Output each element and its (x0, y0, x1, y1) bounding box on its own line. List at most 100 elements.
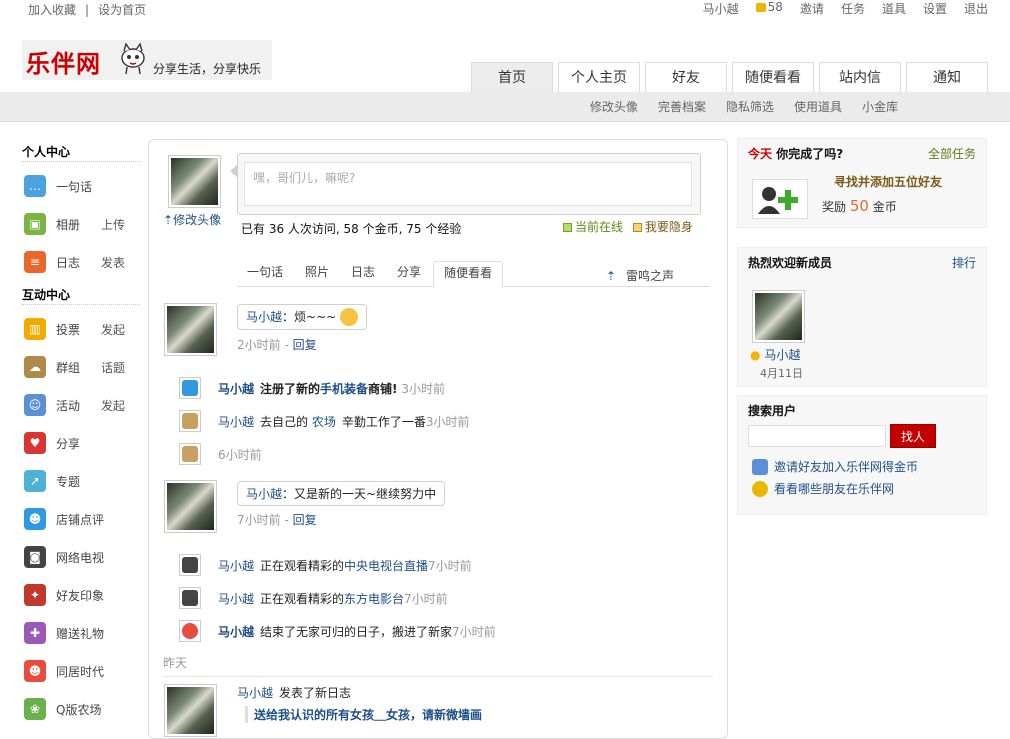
search-title: 搜索用户 (748, 404, 797, 418)
feed-row: 6小时前 (179, 442, 262, 466)
bar-chart-icon: ▥ (24, 318, 46, 340)
status-bubble: 马小越：烦~~~ (237, 304, 368, 330)
sprout-icon (179, 443, 201, 465)
heart-icon: ♥ (24, 432, 46, 454)
couple-icon (179, 620, 201, 642)
sidebar-item-event[interactable]: ☺ 活动 发起 (22, 386, 140, 424)
sidebar-item-album[interactable]: ▣ 相册 上传 (22, 205, 140, 243)
homepage-link[interactable]: 设为首页 (98, 3, 146, 17)
upload-link[interactable]: 上传 (101, 216, 125, 233)
feed-row: 马小越 去自己的 农场 辛勤工作了一番 3小时前 (179, 409, 470, 433)
main-content: ⇡修改头像 嘿，哥们儿，嘛呢? 已有 36 人次访问, 58 个金币, 75 个… (148, 139, 728, 739)
tab-messages[interactable]: 站内信 (819, 62, 901, 92)
online-toggle[interactable]: 当前在线 (563, 220, 623, 234)
invite-friends-link[interactable]: 邀请好友加入乐伴网得金币 (752, 458, 918, 475)
sidebar-item-shop-review[interactable]: ☻ 店铺点评 (22, 500, 140, 538)
feed-row: 马小越 正在观看精彩的 东方电影台 7小时前 (179, 586, 448, 610)
check-icon (563, 223, 572, 232)
post-avatar[interactable] (164, 480, 217, 533)
subnav-vault[interactable]: 小金库 (862, 98, 898, 115)
props-link[interactable]: 道具 (882, 0, 906, 17)
tab-profile[interactable]: 个人主页 (558, 62, 640, 92)
status-bubble: 马小越：又是新的一天~继续努力中 (237, 481, 446, 506)
tab-status[interactable]: 一句话 (237, 261, 293, 287)
bookmark-link[interactable]: 加入收藏 (28, 3, 76, 17)
subnav-avatar[interactable]: 修改头像 (590, 98, 638, 115)
edit-avatar-link[interactable]: ⇡修改头像 (163, 211, 221, 228)
tasks-link[interactable]: 任务 (841, 0, 865, 17)
logout-link[interactable]: 退出 (964, 0, 988, 17)
sidebar-item-topic[interactable]: ➚ 专题 (22, 462, 140, 500)
tab-share[interactable]: 分享 (387, 261, 431, 287)
magnifier-icon (752, 480, 768, 497)
publish-link[interactable]: 发表 (101, 254, 125, 271)
sidebar-item-tv[interactable]: ◙ 网络电视 (22, 538, 140, 576)
visit-stats: 已有 36 人次访问, 58 个金币, 75 个经验 (241, 222, 462, 236)
sidebar-item-blog[interactable]: ≡ 日志 发表 (22, 243, 140, 281)
search-input[interactable] (748, 425, 886, 447)
tab-browse-feed[interactable]: 随便看看 (433, 261, 504, 288)
tab-friends[interactable]: 好友 (645, 62, 727, 92)
search-panel: 搜索用户 找人 邀请好友加入乐伴网得金币 看看哪些朋友在乐伴网 (737, 395, 987, 515)
invite-link[interactable]: 邀请 (800, 0, 824, 17)
task-name-link[interactable]: 寻找并添加五位好友 (834, 173, 942, 190)
all-tasks-link[interactable]: 全部任务 (928, 145, 976, 162)
rank-link[interactable]: 排行 (952, 254, 976, 271)
thunder-voice-link[interactable]: ⇡ 雷鸣之声 (596, 265, 696, 291)
arrow-up-icon: ⇡ (163, 213, 174, 227)
sidebar-item-status[interactable]: … 一句话 (22, 167, 140, 205)
sub-nav: 修改头像 完善档案 隐私筛选 使用道具 小金库 (0, 92, 1010, 122)
sidebar-item-share[interactable]: ♥ 分享 (22, 424, 140, 462)
subnav-profile[interactable]: 完善档案 (658, 98, 706, 115)
sidebar-item-gift[interactable]: ✚ 赠送礼物 (22, 614, 140, 652)
new-member-avatar[interactable] (752, 290, 805, 343)
post-avatar[interactable] (164, 684, 217, 737)
subnav-props[interactable]: 使用道具 (794, 98, 842, 115)
username-link[interactable]: 马小越 (703, 0, 739, 17)
new-members-panel: 热烈欢迎新成员 排行 ● 马小越 4月11日 (737, 247, 987, 387)
tab-notifications[interactable]: 通知 (906, 62, 988, 92)
coins-display[interactable]: 58 (755, 0, 783, 17)
notebook-icon: ≡ (24, 251, 46, 273)
post-avatar[interactable] (164, 303, 217, 356)
speech-bubble-icon: … (24, 175, 46, 197)
interaction-center-title: 互动中心 (22, 281, 140, 305)
blog-title-link[interactable]: 送给我认识的所有女孩＿女孩，请新微墙画 (245, 706, 482, 723)
new-member-name[interactable]: ● 马小越 (750, 346, 800, 363)
farm-icon: ❀ (24, 698, 46, 720)
tab-photo[interactable]: 照片 (295, 261, 339, 287)
logo-slogan: 分享生活，分享快乐 (153, 62, 262, 76)
find-button[interactable]: 找人 (890, 424, 936, 448)
sidebar-item-group[interactable]: ☁ 群组 话题 (22, 348, 140, 386)
sprout-icon (179, 410, 201, 432)
subnav-privacy[interactable]: 隐私筛选 (726, 98, 774, 115)
logo-text: 乐伴网 (26, 50, 101, 78)
settings-link[interactable]: 设置 (923, 0, 947, 17)
status-input[interactable]: 嘿，哥们儿，嘛呢? (244, 162, 692, 206)
invisible-toggle[interactable]: 我要隐身 (632, 220, 693, 234)
reply-link[interactable]: 回复 (293, 338, 317, 352)
sidebar-item-farm[interactable]: ❀ Q版农场 (22, 690, 140, 728)
user-avatar[interactable] (168, 155, 221, 208)
task-panel: 今天 你完成了吗? 全部任务 寻找并添加五位好友 奖励 50 金币 (737, 138, 987, 228)
feed-tabs: 一句话 照片 日志 分享 随便看看 ⇡ 雷鸣之声 (237, 261, 710, 288)
feed-row: 马小越 结束了无家可归的日子，搬进了新家 7小时前 (179, 619, 496, 643)
task-reward: 奖励 50 金币 (822, 197, 897, 215)
personal-center-title: 个人中心 (22, 138, 140, 162)
tab-browse[interactable]: 随便看看 (732, 62, 814, 92)
people-icon (752, 458, 768, 475)
reply-link[interactable]: 回复 (293, 513, 317, 527)
post-meta: 7小时前 - 回复 (237, 513, 317, 527)
publish-box: 嘿，哥们儿，嘛呢? (230, 153, 701, 215)
photo-icon: ▣ (24, 213, 46, 235)
sidebar-item-cohabit[interactable]: ☻ 同居时代 (22, 652, 140, 690)
site-logo[interactable]: 乐伴网 分享生活，分享快乐 (22, 40, 272, 80)
tab-home[interactable]: 首页 (471, 62, 553, 92)
sidebar-item-impression[interactable]: ✦ 好友印象 (22, 576, 140, 614)
sidebar-item-vote[interactable]: ▥ 投票 发起 (22, 310, 140, 348)
tv-icon (179, 587, 201, 609)
bulb-icon: ● (750, 348, 761, 362)
tab-blog[interactable]: 日志 (341, 261, 385, 287)
phone-shop-icon (179, 377, 201, 399)
find-friends-link[interactable]: 看看哪些朋友在乐伴网 (752, 480, 894, 497)
